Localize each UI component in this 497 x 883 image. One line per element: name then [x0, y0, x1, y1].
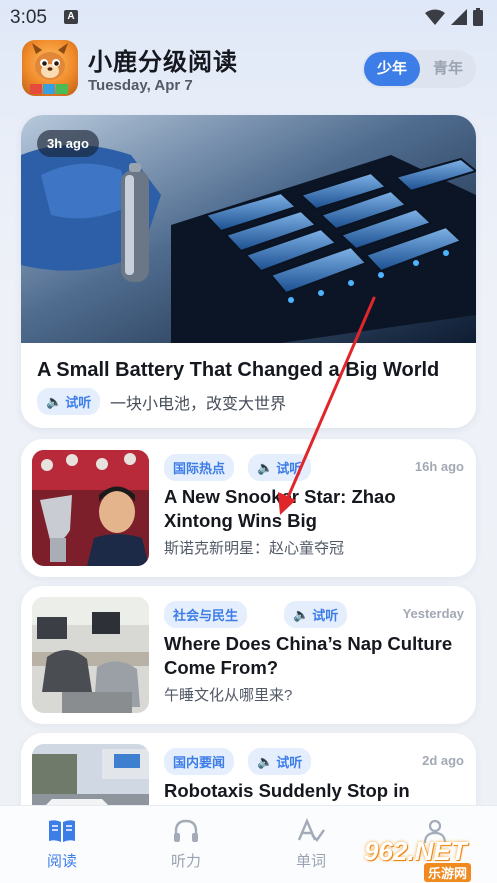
headphones-icon	[174, 819, 198, 842]
vocabulary-icon	[297, 818, 325, 842]
article-subtitle: 午睡文化从哪里来?	[164, 687, 293, 704]
level-option-youth[interactable]: 青年	[420, 52, 476, 86]
listen-label: 试听	[312, 608, 339, 623]
featured-article-title[interactable]: A Small Battery That Changed a Big World	[37, 359, 439, 382]
article-time: 2d ago	[422, 753, 464, 768]
status-bar: 3:05 A	[0, 0, 497, 34]
battery-icon	[473, 8, 483, 26]
header-date: Tuesday, Apr 7	[88, 77, 193, 94]
status-time: 3:05	[10, 7, 47, 28]
speaker-icon: 🔈	[46, 393, 63, 409]
listen-button[interactable]: 🔈 试听	[248, 748, 312, 775]
article-subtitle: 斯诺克新明星：赵心童夺冠	[164, 540, 345, 557]
signal-icon	[451, 9, 467, 25]
speaker-icon: 🔈	[293, 606, 310, 622]
category-tag[interactable]: 国内要闻	[164, 748, 235, 775]
app-title: 小鹿分级阅读	[88, 49, 238, 76]
notification-icon: A	[64, 10, 78, 24]
article-card[interactable]: 社会与民生 🔈 试听 Yesterday Where Does China’s N…	[21, 586, 476, 724]
listen-button[interactable]: 🔈 试听	[248, 454, 312, 481]
listen-button[interactable]: 🔈 试听	[284, 601, 348, 628]
featured-article-card[interactable]: 3h ago A Small Battery That Changed a Bi…	[21, 115, 476, 428]
category-tag[interactable]: 社会与民生	[164, 601, 248, 628]
article-thumbnail	[32, 597, 149, 713]
nav-tab-vocabulary[interactable]: 单词	[266, 818, 356, 871]
featured-listen-button[interactable]: 🔈 试听	[37, 388, 101, 415]
category-tag[interactable]: 国际热点	[164, 454, 235, 481]
nav-label-reading: 阅读	[46, 853, 77, 870]
article-title[interactable]: Robotaxis Suddenly Stop in	[164, 779, 464, 803]
featured-article-subtitle: 一块小电池，改变大世界	[110, 396, 287, 413]
wifi-icon	[425, 9, 445, 25]
nav-label-listening: 听力	[170, 853, 201, 870]
article-time: 16h ago	[414, 459, 464, 474]
app-logo	[22, 40, 78, 96]
nav-label-vocabulary: 单词	[295, 853, 326, 870]
listen-label: 试听	[276, 461, 303, 476]
article-time: Yesterday	[402, 606, 464, 621]
level-option-junior[interactable]: 少年	[364, 52, 420, 86]
speaker-icon: 🔈	[257, 753, 274, 769]
book-icon	[49, 820, 75, 842]
nav-tab-listening[interactable]: 听力	[141, 818, 231, 871]
level-toggle: 少年 青年	[362, 50, 476, 88]
site-watermark: 962.NET 乐游网	[364, 836, 490, 882]
featured-time-badge: 3h ago	[37, 130, 99, 157]
article-card[interactable]: 国际热点 🔈 试听 16h ago A New Snooker Star: Zha…	[21, 439, 476, 577]
listen-label: 试听	[65, 395, 92, 410]
speaker-icon: 🔈	[257, 459, 274, 475]
listen-label: 试听	[276, 755, 303, 770]
status-icons	[425, 8, 483, 26]
watermark-subtext: 乐游网	[424, 863, 472, 882]
article-title[interactable]: A New Snooker Star: Zhao Xintong Wins Bi…	[164, 485, 464, 533]
article-thumbnail	[32, 450, 149, 566]
article-title[interactable]: Where Does China’s Nap Culture Come From…	[164, 632, 464, 680]
nav-tab-reading[interactable]: 阅读	[17, 818, 107, 871]
